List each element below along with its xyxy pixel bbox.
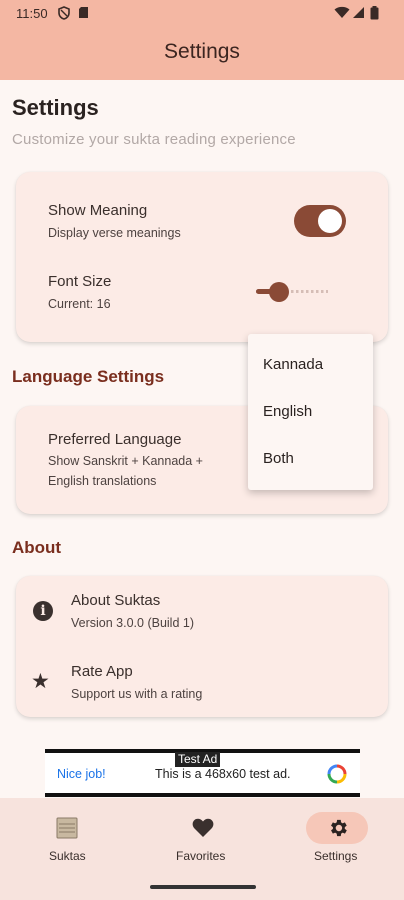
ad-nice-job-text: Nice job! [57,767,106,781]
about-suktas-version: Version 3.0.0 (Build 1) [71,616,194,630]
battery-status-icon [370,6,379,23]
nav-favorites[interactable]: Favorites [135,798,269,878]
nav-favorites-label: Favorites [176,849,226,863]
status-bar: 11:50 [0,0,404,28]
language-option-english[interactable]: English [263,403,312,420]
wifi-status-icon [334,6,350,22]
star-icon: ★ [31,670,50,693]
preferred-language-title: Preferred Language [48,431,182,448]
nav-suktas-label: Suktas [49,849,86,863]
page-title: Settings [12,95,99,120]
nav-settings-label: Settings [314,849,358,863]
display-settings-card [16,172,388,342]
ad-logo-icon [327,764,347,789]
preferred-language-desc-line1: Show Sanskrit + Kannada + [48,454,203,468]
font-size-title: Font Size [48,273,112,290]
show-meaning-subtitle: Display verse meanings [48,226,181,240]
gear-icon [327,817,349,844]
rate-app-subtitle: Support us with a rating [71,687,203,701]
nav-suktas[interactable]: Suktas [0,798,134,878]
app-bar: Settings [0,28,404,80]
page-subtitle: Customize your sukta reading experience [12,131,296,148]
status-time: 11:50 [16,6,48,21]
language-option-kannada[interactable]: Kannada [263,356,323,373]
language-section-heading: Language Settings [12,367,165,386]
toggle-knob [318,209,342,233]
about-suktas-title[interactable]: About Suktas [71,592,160,609]
ad-body-text: This is a 468x60 test ad. [155,767,291,781]
book-icon [56,817,78,844]
font-size-current: Current: 16 [48,297,111,311]
info-icon: i [33,601,53,621]
language-dropdown-menu: Kannada English Both [248,334,373,490]
heart-icon [192,818,214,843]
show-meaning-toggle[interactable] [294,205,346,237]
rate-app-title[interactable]: Rate App [71,663,133,680]
app-bar-title: Settings [164,40,240,63]
nav-settings[interactable]: Settings [270,798,404,878]
font-size-slider-thumb[interactable] [269,282,289,302]
show-meaning-title: Show Meaning [48,202,148,219]
signal-status-icon [352,6,365,22]
about-section-heading: About [12,538,62,557]
home-indicator[interactable] [150,885,256,889]
test-ad-label: Test Ad [175,752,221,767]
sd-card-status-icon [78,6,89,22]
language-option-both[interactable]: Both [263,450,294,467]
shield-status-icon [58,6,70,23]
preferred-language-desc-line2: English translations [48,474,157,488]
